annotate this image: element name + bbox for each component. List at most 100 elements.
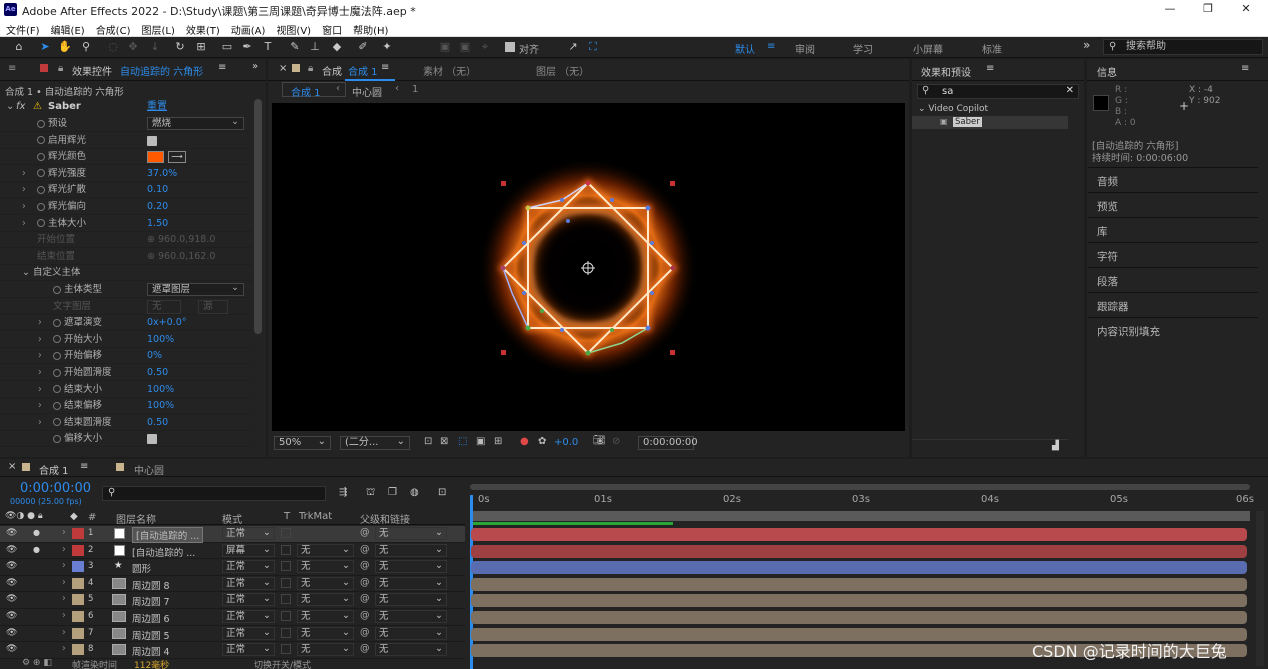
layer-label-color[interactable]	[72, 528, 84, 539]
color-channels-icon[interactable]: ●	[520, 436, 529, 447]
layer-name-header[interactable]: 图层名称	[116, 511, 156, 526]
timeline-tab-center-circle[interactable]: 中心圆	[134, 462, 164, 477]
category-video-copilot[interactable]: ⌄ Video Copilot	[918, 104, 988, 114]
effect-item-saber[interactable]: ▣ Saber	[912, 116, 1068, 129]
property-row-end-size[interactable]: › 结束大小 100%	[0, 382, 252, 398]
expand-arrow-icon[interactable]: ›	[22, 182, 26, 198]
close-tab-icon[interactable]: ×	[279, 63, 287, 74]
layer-duration-bar[interactable]	[471, 561, 1247, 575]
rectangle-tool-icon[interactable]: ▭	[220, 40, 234, 54]
property-row-glow-spread[interactable]: › 辉光扩散 0.10	[0, 182, 252, 199]
property-row-glow-intensity[interactable]: › 辉光强度 37.0%	[0, 166, 252, 182]
stopwatch-icon[interactable]	[53, 285, 61, 294]
workspace-menu-icon[interactable]: ≡	[767, 41, 775, 52]
timeline-tab-menu-icon[interactable]: ≡	[80, 461, 88, 472]
workspace-learn[interactable]: 学习	[853, 41, 873, 56]
layer-duration-bar[interactable]	[471, 594, 1247, 608]
layer-label-color[interactable]	[72, 627, 84, 639]
expand-arrow-icon[interactable]: ›	[62, 527, 66, 538]
expand-arrow-icon[interactable]: ›	[62, 610, 66, 621]
layer-search-input[interactable]: ⚲	[102, 486, 326, 501]
preserve-transparency-toggle[interactable]	[281, 627, 291, 638]
visibility-eye-icon[interactable]: 👁︎	[6, 611, 17, 621]
property-dropdown[interactable]: 遮罩图层	[147, 282, 244, 296]
preserve-transparency-toggle[interactable]	[281, 561, 291, 572]
layer-duration-bar[interactable]	[471, 611, 1247, 624]
property-row-start-roundness[interactable]: › 开始圆滑度 0.50	[0, 365, 252, 381]
trkmat-dropdown[interactable]: 无 ⌄	[297, 560, 354, 574]
eraser-tool-icon[interactable]: ◆	[330, 40, 344, 54]
property-value[interactable]: 100%	[147, 382, 174, 398]
expand-arrow-icon[interactable]: ›	[62, 627, 66, 638]
effect-header-saber[interactable]: ⌄ fx ⚠ Saber 重置	[0, 99, 252, 115]
snap-grid-icon[interactable]: ⛶	[586, 40, 600, 54]
paragraph-panel-item[interactable]: 段落	[1088, 267, 1258, 291]
composition-tab-name[interactable]: 合成 1	[348, 63, 378, 78]
parent-dropdown[interactable]: 无 ⌄	[375, 610, 447, 623]
blend-mode-dropdown[interactable]: 屏幕 ⌄	[222, 543, 275, 557]
blend-mode-dropdown[interactable]: 正常 ⌄	[222, 643, 275, 657]
property-row-offset-size[interactable]: 偏移大小	[0, 431, 252, 448]
menu-edit[interactable]: 编辑(E)	[45, 20, 90, 37]
property-value[interactable]: 0.10	[147, 182, 168, 198]
property-row-preset[interactable]: 预设 燃烧	[0, 116, 252, 132]
stopwatch-icon[interactable]	[37, 202, 45, 211]
property-value[interactable]: 37.0%	[147, 166, 177, 182]
info-tab[interactable]: 信息 ≡	[1087, 59, 1268, 81]
current-time-display[interactable]: 0:00:00:00	[638, 436, 698, 450]
anchor-tool-icon[interactable]: ⊞	[194, 40, 208, 54]
time-navigator[interactable]	[470, 484, 1250, 490]
align-checkbox[interactable]	[505, 42, 515, 52]
comp-nav-active[interactable]: 合成 1 ‹	[282, 82, 346, 99]
pen-tool-icon[interactable]: ✒	[240, 40, 254, 54]
layer-label-color[interactable]	[72, 561, 84, 573]
roto-brush-tool-icon[interactable]: ✐	[356, 40, 370, 54]
visibility-eye-icon[interactable]: 👁︎	[6, 528, 17, 538]
solo-dot-icon[interactable]: ●	[33, 528, 40, 537]
close-window-button[interactable]: ✕	[1236, 2, 1256, 18]
parent-dropdown[interactable]: 无 ⌄	[375, 543, 447, 557]
layer-name[interactable]: 周边圆 8	[132, 578, 170, 592]
blend-mode-dropdown[interactable]: 正常 ⌄	[222, 593, 275, 607]
pick-whip-icon[interactable]: @	[360, 527, 370, 538]
menu-help[interactable]: 帮助(H)	[347, 20, 393, 37]
property-row-glow-bias[interactable]: › 辉光偏向 0.20	[0, 199, 252, 215]
property-row-glow-color[interactable]: 辉光颜色 ⟶	[0, 149, 252, 166]
zoom-dropdown[interactable]: 50% ⌄	[274, 436, 331, 450]
property-value[interactable]: 100%	[147, 398, 174, 414]
clear-search-icon[interactable]: ✕	[1066, 85, 1074, 96]
stopwatch-icon[interactable]	[37, 185, 45, 194]
menu-composition[interactable]: 合成(C)	[90, 20, 136, 37]
clone-stamp-tool-icon[interactable]: ⊥	[308, 40, 322, 54]
stopwatch-icon[interactable]	[53, 368, 61, 377]
parent-dropdown[interactable]: 无 ⌄	[375, 626, 447, 640]
preserve-transparency-toggle[interactable]	[281, 577, 291, 588]
stopwatch-icon[interactable]	[37, 219, 45, 228]
timeline-timecode[interactable]: 0:00:00:00	[20, 481, 91, 496]
expand-arrow-icon[interactable]: ›	[22, 199, 26, 215]
pick-whip-icon[interactable]: @	[360, 627, 370, 638]
property-row-mask-evolution[interactable]: › 遮罩演变 0x+0.0°	[0, 315, 252, 332]
preview-panel-item[interactable]: 预览	[1088, 192, 1258, 216]
visibility-eye-icon[interactable]: 👁︎	[6, 594, 17, 604]
property-checkbox[interactable]	[147, 434, 157, 445]
info-menu-icon[interactable]: ≡	[1241, 63, 1249, 74]
layer-row[interactable]: 👁︎ ● › 2 [自动追踪的 ... 屏幕 ⌄ 无 ⌄ @ 无 ⌄	[0, 543, 465, 560]
pick-whip-icon[interactable]: @	[360, 643, 370, 654]
parent-dropdown[interactable]: 无 ⌄	[375, 643, 447, 657]
type-tool-icon[interactable]: T	[261, 40, 275, 54]
property-value[interactable]: 100%	[147, 332, 174, 348]
layer-name[interactable]: 周边圆 4	[132, 644, 170, 658]
eyedropper-icon[interactable]: ⟶	[168, 151, 186, 164]
menu-file[interactable]: 文件(F)	[0, 20, 45, 37]
fx-icon[interactable]: fx	[16, 99, 25, 115]
preserve-transparency-toggle[interactable]	[281, 644, 291, 655]
exposure-value[interactable]: +0.0	[554, 437, 578, 448]
layer-name[interactable]: [自动追踪的 ...	[132, 545, 195, 559]
stopwatch-icon[interactable]	[53, 385, 61, 394]
trkmat-dropdown[interactable]: 无 ⌄	[297, 543, 354, 557]
layer-label-color[interactable]	[72, 611, 84, 622]
layer-row[interactable]: 👁︎ › 3 ★ 圆形 正常 ⌄ 无 ⌄ @ 无 ⌄	[0, 559, 465, 576]
property-value[interactable]: 0.50	[147, 365, 168, 381]
trkmat-dropdown[interactable]: 无 ⌄	[297, 626, 354, 640]
